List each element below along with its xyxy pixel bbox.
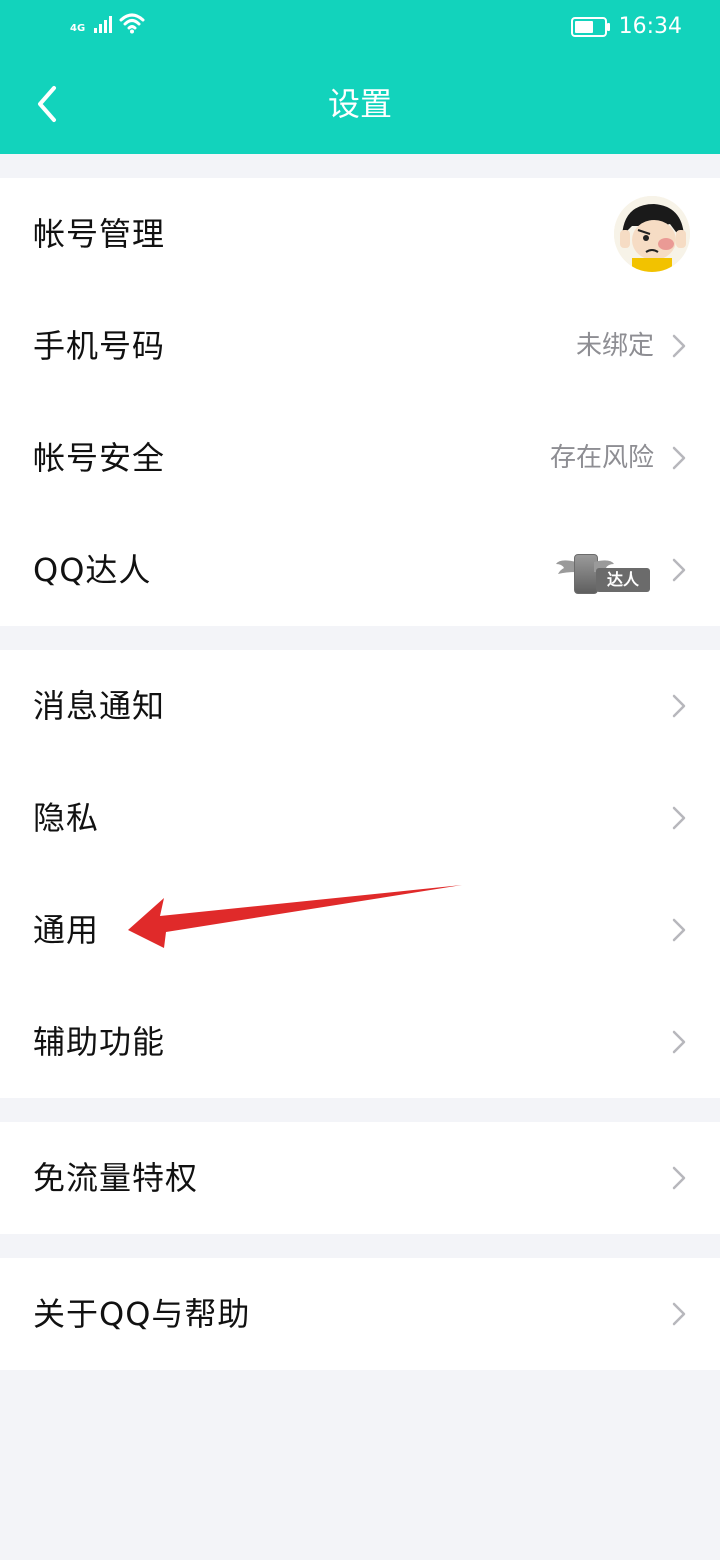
row-about-help[interactable]: 关于QQ与帮助 bbox=[0, 1258, 720, 1370]
settings-group-about: 关于QQ与帮助 bbox=[0, 1258, 720, 1370]
avatar bbox=[614, 196, 690, 272]
row-privacy[interactable]: 隐私 bbox=[0, 762, 720, 874]
daren-tag: 达人 bbox=[596, 568, 650, 592]
row-phone-number[interactable]: 手机号码 未绑定 bbox=[0, 290, 720, 402]
row-value: 未绑定 bbox=[575, 331, 654, 361]
row-label: 隐私 bbox=[33, 799, 100, 837]
chevron-right-icon bbox=[672, 1030, 686, 1054]
row-label: 通用 bbox=[33, 911, 100, 949]
row-account-management[interactable]: 帐号管理 bbox=[0, 178, 720, 290]
chevron-right-icon bbox=[672, 446, 686, 470]
settings-group-general: 消息通知 隐私 通用 辅助功能 bbox=[0, 650, 720, 1098]
wifi-icon bbox=[119, 13, 145, 34]
row-value: 存在风险 bbox=[549, 443, 654, 473]
chevron-right-icon bbox=[672, 806, 686, 830]
row-free-data[interactable]: 免流量特权 bbox=[0, 1122, 720, 1234]
row-label: 消息通知 bbox=[33, 687, 166, 725]
chevron-right-icon bbox=[672, 918, 686, 942]
settings-group-account: 帐号管理 手机号码 未绑定 帐号安全 存在风险 QQ达人 达人 bbox=[0, 178, 720, 626]
chevron-right-icon bbox=[672, 694, 686, 718]
signal-icon bbox=[94, 16, 113, 33]
row-notifications[interactable]: 消息通知 bbox=[0, 650, 720, 762]
page-title: 设置 bbox=[327, 85, 392, 123]
chevron-right-icon bbox=[672, 1302, 686, 1326]
row-label: 帐号安全 bbox=[33, 439, 166, 477]
network-type: 4G bbox=[70, 23, 86, 34]
daren-badge: 达人 bbox=[556, 552, 650, 596]
row-label: 帐号管理 bbox=[33, 215, 166, 253]
battery-icon bbox=[570, 17, 610, 37]
row-label: 免流量特权 bbox=[33, 1159, 199, 1197]
chevron-right-icon bbox=[672, 558, 686, 582]
chevron-right-icon bbox=[672, 334, 686, 358]
row-label: QQ达人 bbox=[33, 551, 152, 589]
row-label: 关于QQ与帮助 bbox=[33, 1295, 251, 1333]
row-account-security[interactable]: 帐号安全 存在风险 bbox=[0, 402, 720, 514]
settings-list: 帐号管理 手机号码 未绑定 帐号安全 存在风险 QQ达人 达人 消息通知 隐私 … bbox=[0, 154, 720, 1370]
status-bar: 4G 16:34 bbox=[0, 0, 720, 54]
network-indicator: 4G bbox=[70, 12, 145, 34]
row-label: 辅助功能 bbox=[33, 1023, 166, 1061]
row-accessibility[interactable]: 辅助功能 bbox=[0, 986, 720, 1098]
status-right: 16:34 bbox=[570, 12, 682, 42]
clock: 16:34 bbox=[618, 14, 682, 39]
row-qq-daren[interactable]: QQ达人 达人 bbox=[0, 514, 720, 626]
row-general[interactable]: 通用 bbox=[0, 874, 720, 986]
settings-group-data: 免流量特权 bbox=[0, 1122, 720, 1234]
chevron-right-icon bbox=[672, 1166, 686, 1190]
row-label: 手机号码 bbox=[33, 327, 166, 365]
nav-header: 设置 bbox=[0, 54, 720, 154]
wing-icon bbox=[556, 560, 576, 574]
